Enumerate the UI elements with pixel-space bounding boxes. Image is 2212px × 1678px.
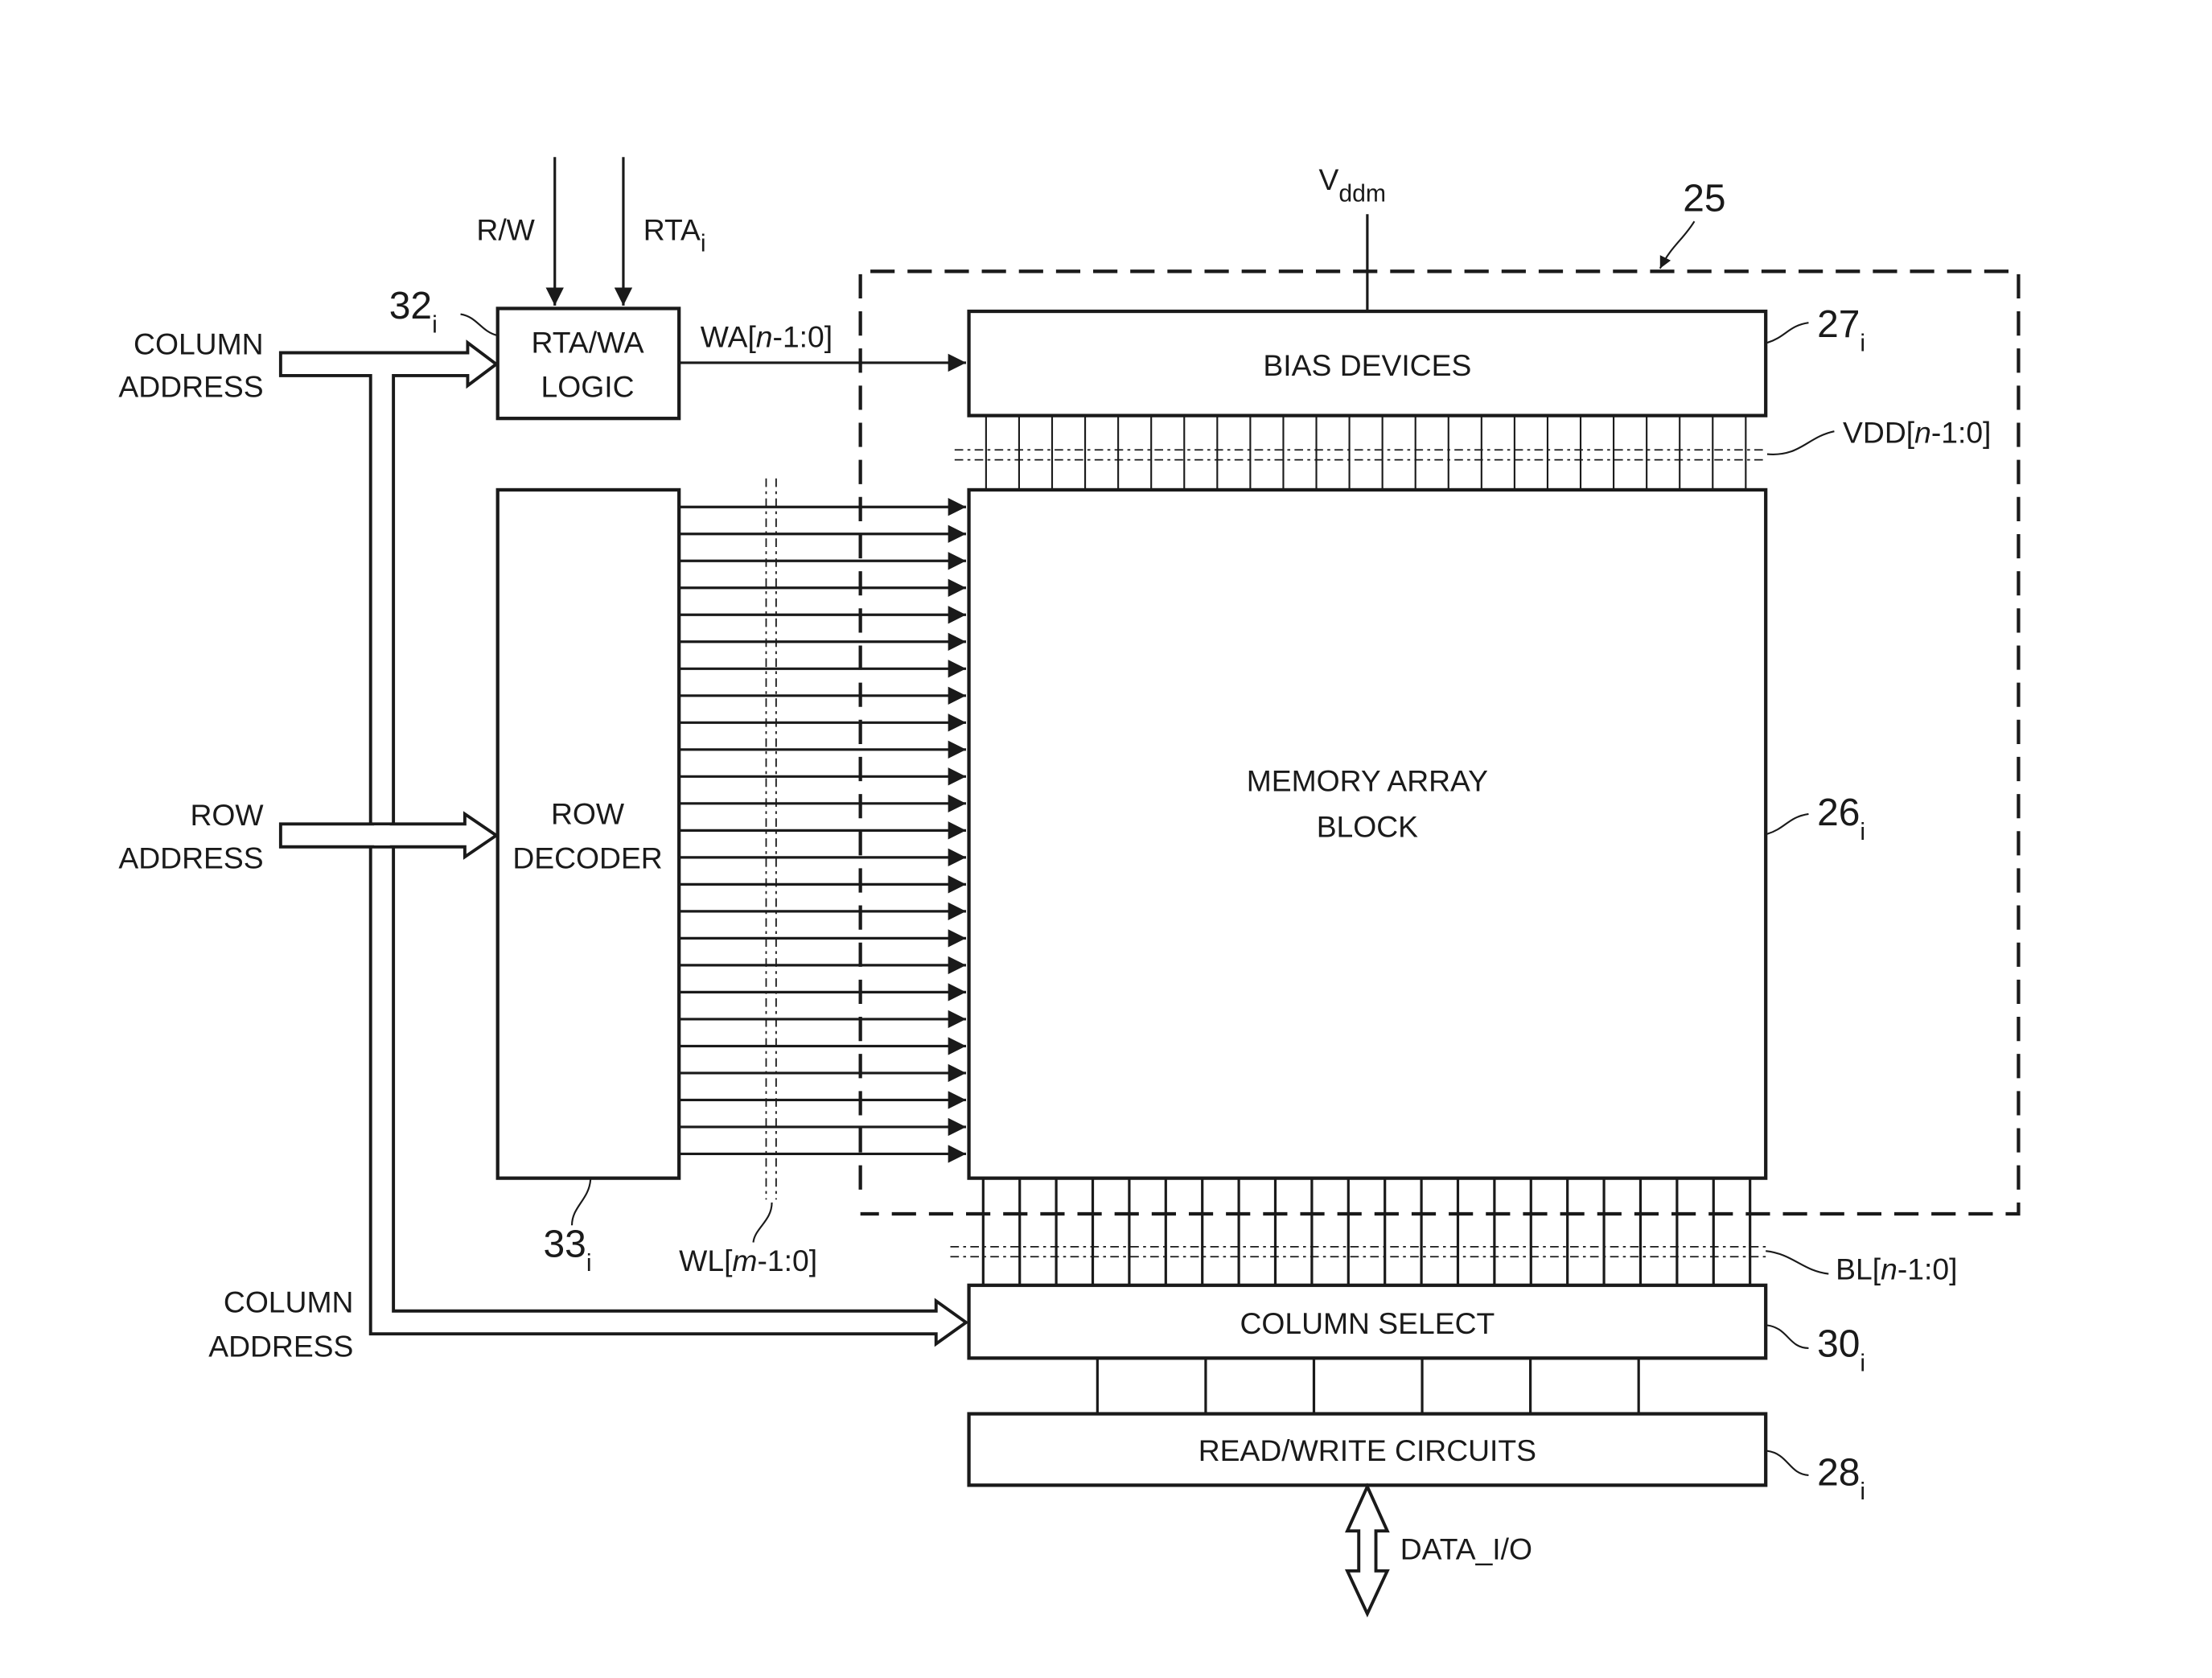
wordlines [679, 498, 967, 1163]
svg-text:ADDRESS: ADDRESS [208, 1330, 353, 1363]
bl-leader [1766, 1250, 1829, 1275]
bl-label: BL[n-1:0] [1836, 1252, 1957, 1286]
ref-33i: 33i [544, 1223, 592, 1277]
vddm-label: Vddm [1319, 162, 1387, 207]
svg-text:RTA/WA: RTA/WA [532, 326, 644, 360]
svg-text:DECODER: DECODER [512, 841, 662, 874]
row-decoder-block: ROW DECODER [495, 487, 681, 1180]
ref-30i-leader [1766, 1324, 1809, 1349]
ref-26i: 26i [1817, 792, 1865, 845]
memory-array-block: MEMORY ARRAY BLOCK [967, 487, 1768, 1180]
ref-28i: 28i [1817, 1451, 1865, 1505]
svg-text:ROW: ROW [190, 798, 264, 832]
svg-text:ADDRESS: ADDRESS [118, 370, 263, 404]
column-address-top-label: COLUMN ADDRESS [118, 327, 263, 403]
svg-text:Vddm: Vddm [1319, 162, 1387, 207]
svg-text:COLUMN: COLUMN [224, 1285, 354, 1319]
read-write-circuits-block: READ/WRITE CIRCUITS [967, 1412, 1768, 1487]
data-io-label: DATA_I/O [1400, 1532, 1532, 1566]
ref-27i-leader [1766, 322, 1809, 344]
bias-devices-block: BIAS DEVICES [967, 309, 1768, 417]
column-address-bottom-label: COLUMN ADDRESS [208, 1285, 353, 1363]
ref-30i: 30i [1817, 1323, 1865, 1377]
svg-text:BLOCK: BLOCK [1317, 809, 1418, 843]
data-io-arrow [1344, 1483, 1390, 1618]
wa-label: WA[n-1:0] [701, 319, 833, 353]
svg-text:LOGIC: LOGIC [541, 370, 635, 404]
ref-25-leader [1659, 220, 1696, 269]
ref-32i: 32i [389, 285, 438, 339]
ref-25: 25 [1683, 178, 1725, 220]
vdd-leader [1766, 430, 1835, 455]
svg-text:RTAi: RTAi [643, 212, 706, 257]
svg-text:VDD[n-1:0]: VDD[n-1:0] [1843, 415, 1991, 449]
svg-text:27i: 27i [1817, 303, 1865, 357]
rw-label: R/W [476, 212, 535, 246]
column-select-outputs [1096, 1358, 1640, 1414]
svg-text:BIAS DEVICES: BIAS DEVICES [1263, 348, 1471, 382]
svg-text:ROW: ROW [551, 796, 625, 830]
row-address-label: ROW ADDRESS [118, 798, 264, 874]
ref-27i: 27i [1817, 303, 1865, 357]
svg-text:32i: 32i [389, 285, 438, 339]
memory-block-diagram: 25 Vddm R/W RTAi RTA/WA LOGIC 32i WA[n-1… [118, 157, 2021, 1618]
svg-text:COLUMN: COLUMN [134, 327, 264, 360]
svg-text:WA[n-1:0]: WA[n-1:0] [701, 319, 833, 353]
svg-text:28i: 28i [1817, 1451, 1865, 1505]
svg-text:30i: 30i [1817, 1323, 1865, 1377]
svg-text:COLUMN SELECT: COLUMN SELECT [1240, 1306, 1495, 1340]
ref-26i-leader [1766, 812, 1809, 835]
svg-text:READ/WRITE CIRCUITS: READ/WRITE CIRCUITS [1199, 1433, 1536, 1467]
vdd-lines [985, 415, 1747, 490]
bitlines [981, 1178, 1752, 1285]
wl-label: WL[m-1:0] [679, 1244, 817, 1277]
ref-32i-leader [460, 313, 499, 337]
svg-text:BL[n-1:0]: BL[n-1:0] [1836, 1252, 1957, 1286]
wl-leader [752, 1202, 773, 1243]
ref-28i-leader [1766, 1450, 1809, 1476]
ref-33i-leader [570, 1179, 592, 1226]
column-select-block: COLUMN SELECT [967, 1283, 1768, 1360]
svg-text:MEMORY ARRAY: MEMORY ARRAY [1247, 764, 1488, 798]
vdd-label: VDD[n-1:0] [1843, 415, 1991, 449]
svg-text:33i: 33i [544, 1223, 592, 1277]
rta-label: RTAi [643, 212, 706, 257]
rta-wa-logic-block: RTA/WA LOGIC [495, 306, 681, 421]
svg-text:ADDRESS: ADDRESS [118, 841, 263, 874]
svg-text:WL[m-1:0]: WL[m-1:0] [679, 1244, 817, 1277]
svg-text:26i: 26i [1817, 792, 1865, 845]
